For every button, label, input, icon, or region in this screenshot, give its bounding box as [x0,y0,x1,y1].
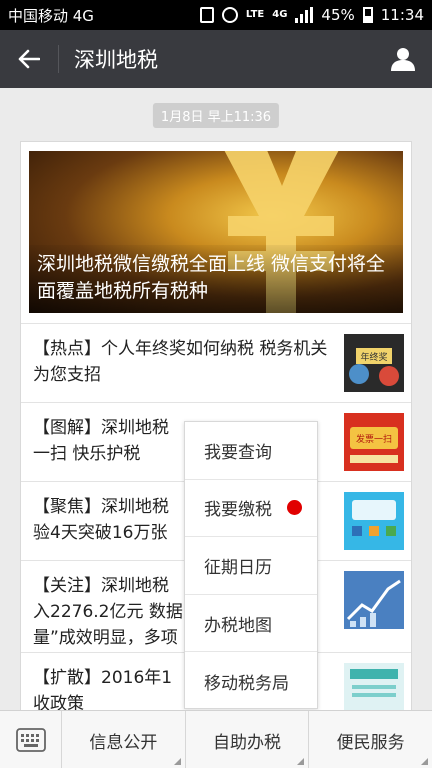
message-timestamp: 1月8日 早上11:36 [152,103,280,128]
menu-item-label: 我要缴税 [204,500,272,521]
menu-item-tax-calendar[interactable]: 征期日历 [185,537,317,595]
thumbnail-policy [344,663,404,710]
menu-item-label: 我要查询 [204,442,272,463]
vibrate-icon [199,7,214,23]
menu-item-label: 办税地图 [204,615,272,636]
thumbnail-chart [344,571,404,629]
tab-self-service[interactable]: 自助办税 [186,711,310,768]
battery-icon [362,7,373,23]
list-item[interactable]: 【热点】个人年终奖如何纳税 税务机关为您支招 年终奖 [21,323,411,402]
back-arrow-icon [18,49,40,69]
hero-article[interactable]: 深圳地税微信缴税全面上线 微信支付将全面覆盖地税所有税种 [29,151,403,313]
menu-item-mobile-tax-bureau[interactable]: 移动税务局 [185,652,317,710]
tab-label: 便民服务 [336,732,405,753]
notification-dot [287,500,302,516]
page-title: 深圳地税 [74,48,158,72]
battery-percent: 45% [321,6,355,24]
menu-item-label: 移动税务局 [204,673,289,694]
alarm-icon [221,7,238,23]
back-button[interactable] [0,30,58,88]
network-type-label: 4G [272,9,288,20]
menu-item-tax-map[interactable]: 办税地图 [185,595,317,653]
tab-convenience-service[interactable]: 便民服务 [309,711,432,768]
profile-button[interactable] [374,30,432,88]
keyboard-toggle-button[interactable] [0,711,62,768]
carrier-label: 中国移动 4G [8,6,94,25]
menu-item-pay-tax[interactable]: 我要缴税 [185,480,317,538]
status-bar: 中国移动 4G LTE 4G 45% 11:34 [0,0,432,30]
tab-info-disclosure[interactable]: 信息公开 [62,711,186,768]
hero-caption: 深圳地税微信缴税全面上线 微信支付将全面覆盖地税所有税种 [29,245,403,313]
signal-icon [295,7,314,23]
thumbnail-app [344,492,404,550]
keyboard-icon [15,728,46,752]
menu-item-label: 征期日历 [204,557,272,578]
bottom-menu-bar: 信息公开 自助办税 便民服务 [0,710,432,768]
self-service-submenu: 我要查询 我要缴税 征期日历 办税地图 移动税务局 [184,421,318,709]
lte-label: LTE [245,9,265,20]
user-icon [391,48,415,71]
clock: 11:34 [380,6,424,24]
thumb-text: 发票一扫 [356,433,392,445]
tab-label: 自助办税 [213,732,281,753]
thumb-text: 年终奖 [360,351,387,363]
title-bar: 深圳地税 [0,30,432,88]
tab-label: 信息公开 [89,732,158,753]
menu-item-query[interactable]: 我要查询 [185,422,317,480]
thumbnail-invoice: 发票一扫 [344,413,404,471]
thumbnail-year-end-bonus: 年终奖 [344,334,404,392]
list-item-title: 【热点】个人年终奖如何纳税 税务机关为您支招 [33,339,328,385]
